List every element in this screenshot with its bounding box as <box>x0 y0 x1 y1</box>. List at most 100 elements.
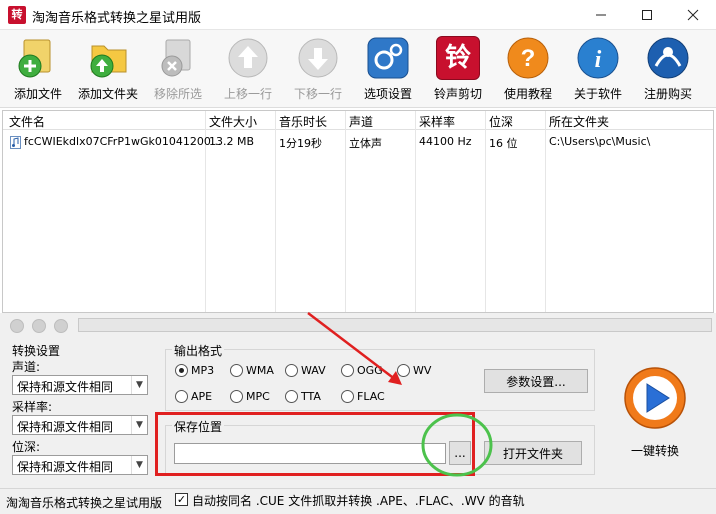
format-radio-mpc[interactable] <box>230 390 243 403</box>
format-label-mp3: MP3 <box>191 364 215 377</box>
add-folder-button[interactable]: 添加文件夹 <box>72 34 144 104</box>
annotation-arrow-icon <box>307 312 402 385</box>
remove-selected-button[interactable]: 移除所选 <box>142 34 214 104</box>
column-divider <box>415 111 416 312</box>
status-app-name: 淘淘音乐格式转换之星试用版 <box>6 496 163 510</box>
auto-cue-checkbox[interactable]: ✓ <box>175 493 188 506</box>
about-label: 关于软件 <box>573 87 622 101</box>
add-file-button[interactable]: 添加文件 <box>2 34 74 104</box>
col-folder[interactable]: 所在文件夹 <box>549 113 609 130</box>
cell-filename: fcCWIEkdlx07CFrP1wGk01041200... <box>24 135 222 148</box>
pause-button[interactable] <box>32 319 46 333</box>
add-file-label: 添加文件 <box>13 87 62 101</box>
format-radio-tta[interactable] <box>285 390 298 403</box>
move-up-label: 上移一行 <box>223 87 272 101</box>
remove-selected-label: 移除所选 <box>153 87 202 101</box>
options-settings-label: 选项设置 <box>363 87 412 101</box>
ringtone-cut-button[interactable]: 铃 铃声剪切 <box>422 34 494 104</box>
col-duration[interactable]: 音乐时长 <box>279 113 327 130</box>
window-title: 淘淘音乐格式转换之星试用版 <box>32 11 202 26</box>
move-down-icon <box>298 38 338 78</box>
settings-icon <box>367 37 409 79</box>
format-label-ape: APE <box>191 390 213 403</box>
play-button[interactable] <box>10 319 24 333</box>
move-down-label: 下移一行 <box>293 87 342 101</box>
remove-icon <box>161 39 191 77</box>
bit-depth-select-value: 保持和源文件相同 <box>17 460 114 474</box>
audio-file-icon <box>10 136 21 149</box>
tutorial-button[interactable]: ? 使用教程 <box>492 34 564 104</box>
cell-filesize: 13.2 MB <box>209 135 255 148</box>
column-divider <box>345 111 346 312</box>
convert-button[interactable]: 一键转换 <box>610 366 700 462</box>
file-table[interactable]: 文件名 文件大小 音乐时长 声道 采样率 位深 所在文件夹 fcCWIEkdlx… <box>2 110 714 313</box>
title-bar: 转 淘淘音乐格式转换之星试用版 <box>0 0 716 30</box>
convert-label: 一键转换 <box>630 444 679 458</box>
tutorial-label: 使用教程 <box>503 87 552 101</box>
channel-label: 声道: <box>12 360 41 374</box>
bit-depth-label: 位深: <box>12 440 41 454</box>
cell-folder: C:\Users\pc\Music\ <box>549 135 651 148</box>
channel-select[interactable]: 保持和源文件相同 ▼ <box>12 375 148 395</box>
col-bitdepth[interactable]: 位深 <box>489 113 513 130</box>
format-radio-wma[interactable] <box>230 364 243 377</box>
about-button[interactable]: i 关于软件 <box>562 34 634 104</box>
col-channel[interactable]: 声道 <box>349 113 373 130</box>
chevron-down-icon: ▼ <box>131 416 147 434</box>
move-up-icon <box>228 38 268 78</box>
add-folder-label: 添加文件夹 <box>77 87 138 101</box>
add-folder-icon <box>90 45 127 78</box>
ringtone-cut-icon: 铃 <box>436 36 480 80</box>
svg-text:?: ? <box>521 45 536 72</box>
register-button[interactable]: 注册购买 <box>632 34 704 104</box>
move-down-button[interactable]: 下移一行 <box>282 34 354 104</box>
chevron-down-icon: ▼ <box>131 456 147 474</box>
sample-rate-select[interactable]: 保持和源文件相同 ▼ <box>12 415 148 435</box>
maximize-button[interactable] <box>624 0 670 30</box>
output-format-title: 输出格式 <box>172 342 225 359</box>
options-settings-button[interactable]: 选项设置 <box>352 34 424 104</box>
column-divider <box>275 111 276 312</box>
format-radio-ape[interactable] <box>175 390 188 403</box>
register-icon <box>647 37 689 79</box>
info-icon: i <box>577 37 619 79</box>
col-samplerate[interactable]: 采样率 <box>419 113 455 130</box>
add-file-icon <box>18 39 51 78</box>
column-divider <box>545 111 546 312</box>
register-label: 注册购买 <box>643 87 692 101</box>
cell-channel: 立体声 <box>349 137 382 150</box>
cell-samplerate: 44100 Hz <box>419 135 472 148</box>
format-label-mpc: MPC <box>246 390 270 403</box>
format-radio-wav[interactable] <box>285 364 298 377</box>
help-icon: ? <box>507 37 549 79</box>
auto-cue-label: 自动按同名 .CUE 文件抓取并转换 .APE、.FLAC、.WV 的音轨 <box>192 494 525 508</box>
conversion-settings-title: 转换设置 <box>12 344 61 358</box>
format-radio-mp3[interactable] <box>175 364 188 377</box>
params-settings-button[interactable]: 参数设置... <box>484 369 588 393</box>
maximize-icon <box>642 10 652 20</box>
open-folder-button[interactable]: 打开文件夹 <box>484 441 582 465</box>
svg-text:i: i <box>595 47 602 73</box>
sample-rate-label: 采样率: <box>12 400 53 414</box>
channel-select-value: 保持和源文件相同 <box>17 380 114 394</box>
stop-button[interactable] <box>54 319 68 333</box>
col-filesize[interactable]: 文件大小 <box>209 113 257 130</box>
format-label-wma: WMA <box>246 364 274 377</box>
table-header: 文件名 文件大小 音乐时长 声道 采样率 位深 所在文件夹 <box>3 111 713 130</box>
app-icon: 转 <box>8 6 26 24</box>
minimize-button[interactable] <box>578 0 624 30</box>
close-button[interactable] <box>670 0 716 30</box>
chevron-down-icon: ▼ <box>131 376 147 394</box>
cell-duration: 1分19秒 <box>279 137 322 150</box>
annotation-circle-icon <box>421 413 493 477</box>
ringtone-cut-label: 铃声剪切 <box>433 87 482 101</box>
sample-rate-select-value: 保持和源文件相同 <box>17 420 114 434</box>
col-filename[interactable]: 文件名 <box>9 113 45 130</box>
move-up-button[interactable]: 上移一行 <box>212 34 284 104</box>
convert-icon <box>624 367 686 429</box>
close-icon <box>687 9 699 21</box>
minimize-icon <box>596 14 606 16</box>
column-divider <box>485 111 486 312</box>
cell-bitdepth: 16 位 <box>489 137 518 150</box>
bit-depth-select[interactable]: 保持和源文件相同 ▼ <box>12 455 148 475</box>
